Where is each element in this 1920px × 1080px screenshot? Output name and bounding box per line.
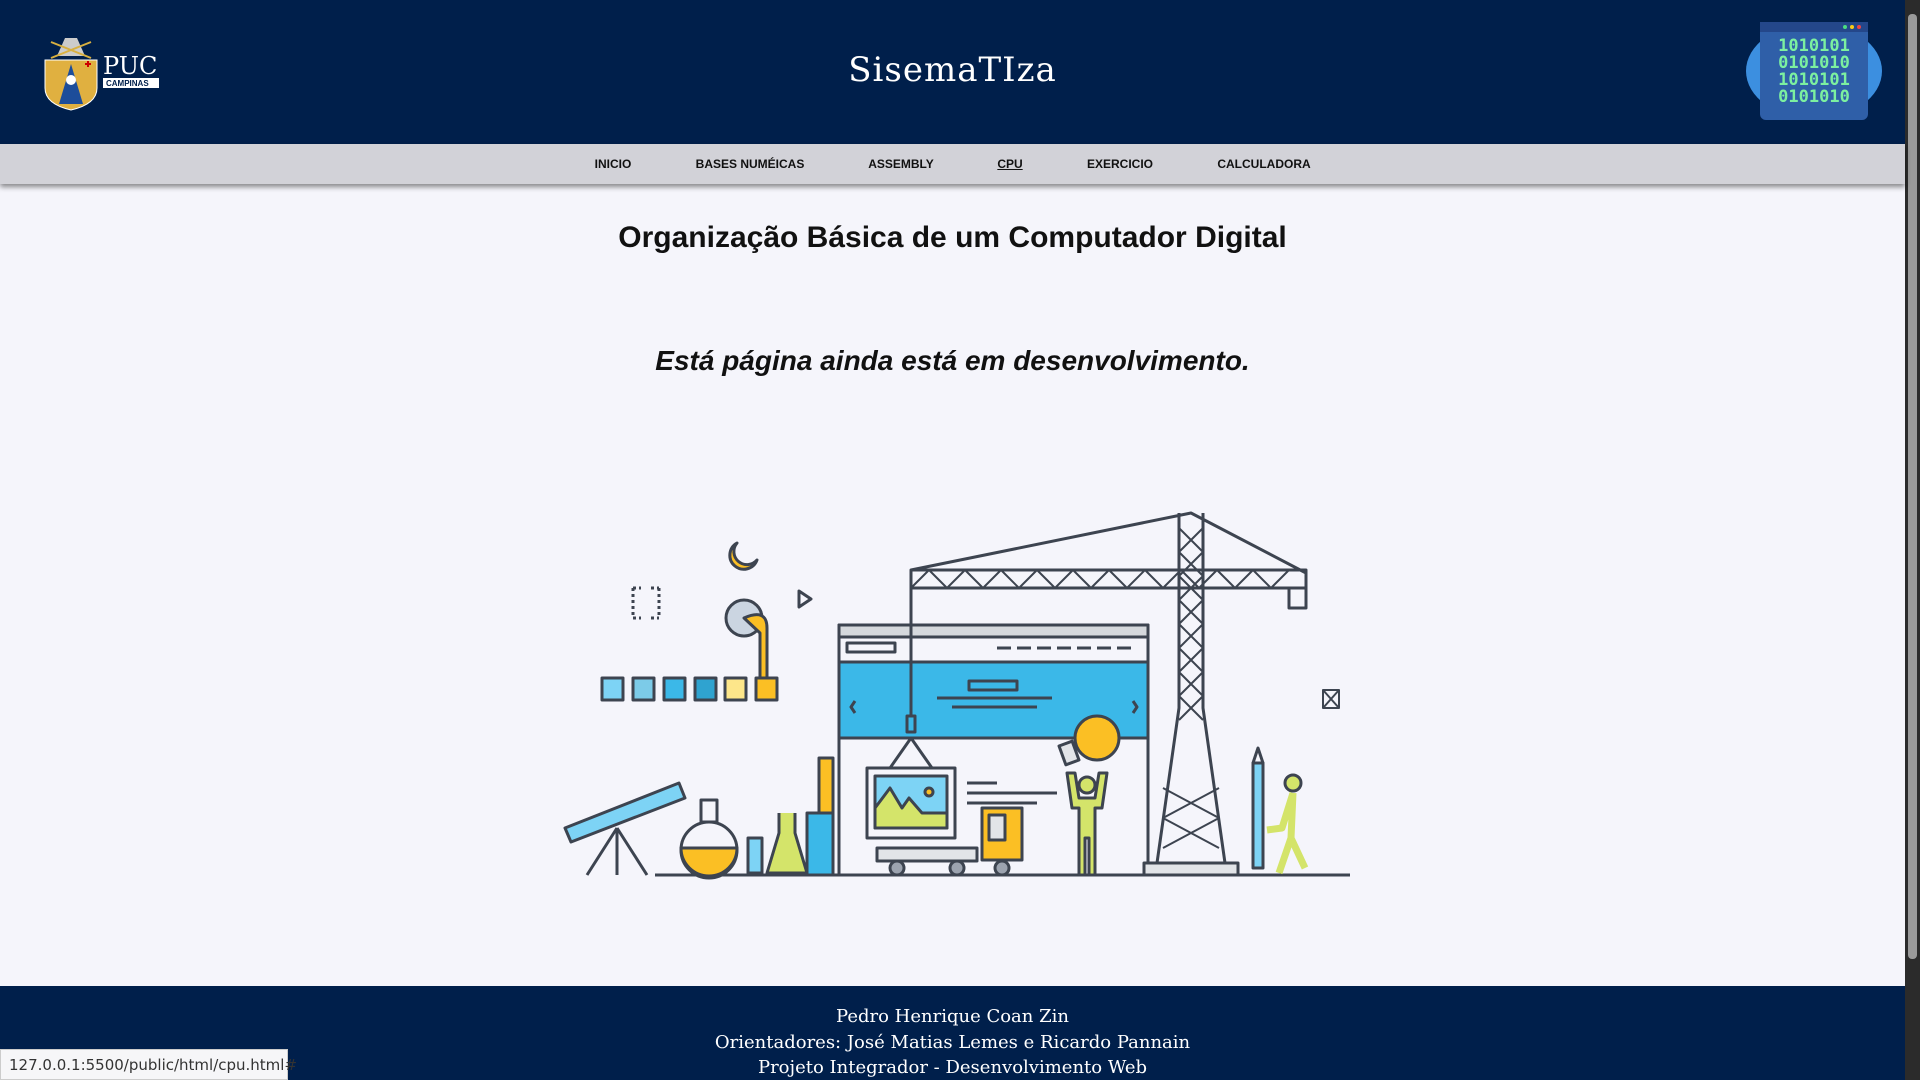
under-construction-message: Está página ainda está em desenvolviment…: [655, 345, 1250, 376]
color-palette-icon: [600, 676, 779, 702]
nav-cpu[interactable]: CPU: [997, 157, 1022, 171]
person-pencil-icon: [1251, 746, 1309, 875]
box-x-icon: [1322, 689, 1340, 709]
play-icon: [797, 589, 813, 609]
main-nav: INICIO BASES NUMÉICAS ASSEMBLY CPU EXERC…: [0, 144, 1905, 184]
footer-author: Pedro Henrique Coan Zin: [836, 1006, 1069, 1027]
binary-line: 0101010: [1778, 87, 1850, 107]
page-title: Organização Básica de um Computador Digi…: [618, 221, 1287, 254]
nav-exercicio[interactable]: EXERCICIO: [1087, 157, 1153, 171]
under-construction-illustration: [563, 511, 1350, 880]
header: PUC CAMPINAS SisemaTIza 1010101 0101010 …: [0, 0, 1905, 144]
nav-inicio[interactable]: INICIO: [595, 157, 632, 171]
selection-icon: [631, 586, 661, 620]
lab-flasks-icon: [679, 756, 835, 880]
link-status-bar: 127.0.0.1:5500/public/html/cpu.html#: [0, 1049, 297, 1080]
paint-bucket-icon: [724, 598, 769, 680]
binary-code-logo[interactable]: 1010101 0101010 1010101 0101010: [1745, 22, 1883, 120]
moon-icon: [728, 541, 759, 571]
nav-assembly[interactable]: ASSEMBLY: [868, 157, 934, 171]
nav-calculadora[interactable]: CALCULADORA: [1217, 157, 1310, 171]
nav-bases-numericas[interactable]: BASES NUMÉICAS: [696, 157, 805, 171]
scrollbar-thumb[interactable]: [1908, 14, 1917, 959]
telescope-icon: [563, 781, 687, 876]
page-scrollbar[interactable]: [1905, 0, 1920, 1080]
site-title: SisemaTIza: [848, 50, 1057, 90]
